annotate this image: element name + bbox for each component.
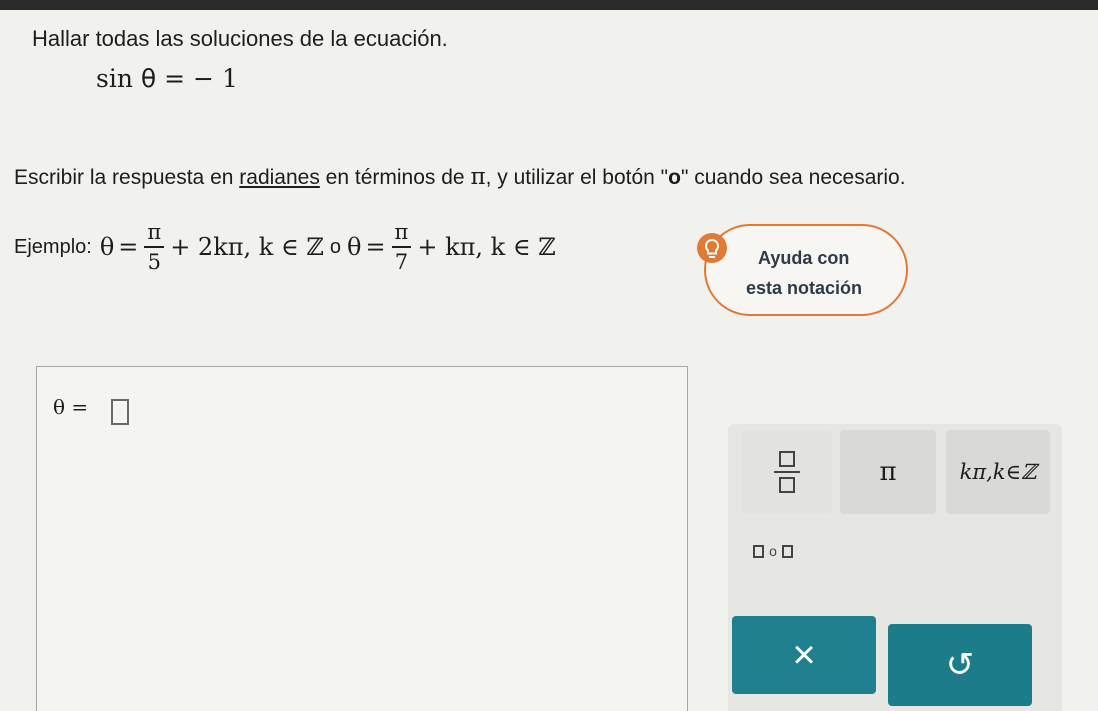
help-text-line1: Ayuda con [758,248,850,268]
example-label: Ejemplo: [14,235,92,258]
fraction-button[interactable] [742,430,832,514]
k-pi-button[interactable]: kπ,k∈ℤ [946,430,1050,514]
or-label: o [769,543,777,559]
equation: sin θ = − 1 [96,64,238,93]
instruction2-middle: en términos de [319,166,471,189]
answer-area[interactable]: θ = [36,366,688,711]
help-text-line2: esta notación [746,278,863,298]
example-eq-2: = [365,233,386,261]
instruction2-end: " cuando sea necesario. [680,166,906,189]
sin-function: sin [96,64,133,93]
pi-symbol: π [470,164,486,190]
radianes-link[interactable]: radianes [239,166,320,189]
pi-button[interactable]: π [840,430,936,514]
example-theta-1: θ [99,233,115,261]
o-label: o [668,166,681,189]
instruction2-before: Escribir la respuesta en [14,166,240,189]
math-keypad: π kπ,k∈ℤ o × ↺ [728,424,1062,711]
example-term-1: + 2kπ, k ∈ ℤ [170,233,324,261]
example-term-2: + kπ, k ∈ ℤ [417,233,556,261]
equals-sign: = [164,64,186,93]
instruction-text-2: Escribir la respuesta en radianes en tér… [14,164,906,190]
example-fraction-2: π 7 [391,218,412,276]
example-eq-1: = [118,233,139,261]
answer-label: θ = [53,395,89,419]
instruction-text: Hallar todas las soluciones de la ecuaci… [32,26,448,51]
example-or: o [329,235,341,258]
example-math: θ = π 5 + 2kπ, k ∈ ℤ o θ = π 7 + kπ, k ∈… [100,218,556,276]
notation-help-button[interactable]: Ayuda con esta notación [697,224,908,316]
equation-rhs: − 1 [193,64,238,93]
undo-button[interactable]: ↺ [888,624,1032,706]
example-row: Ejemplo: θ = π 5 + 2kπ, k ∈ ℤ o θ = π 7 … [14,202,556,292]
example-theta-2: θ [346,233,362,261]
clear-button[interactable]: × [732,616,876,694]
lightbulb-icon [697,233,727,263]
theta-symbol: θ [140,64,157,93]
top-bar [0,0,1098,10]
or-left-box-icon [753,544,765,558]
fraction-1-num: π [144,218,165,248]
answer-input[interactable] [111,399,129,425]
fraction-2-den: 7 [394,250,409,274]
or-button[interactable]: o [728,524,818,578]
example-fraction-1: π 5 [144,218,165,276]
fraction-2-num: π [391,218,412,248]
or-right-box-icon [781,544,793,558]
fraction-1-den: 5 [147,250,161,274]
fraction-icon [774,451,800,493]
instruction2-after: , y utilizar el botón " [485,166,669,189]
